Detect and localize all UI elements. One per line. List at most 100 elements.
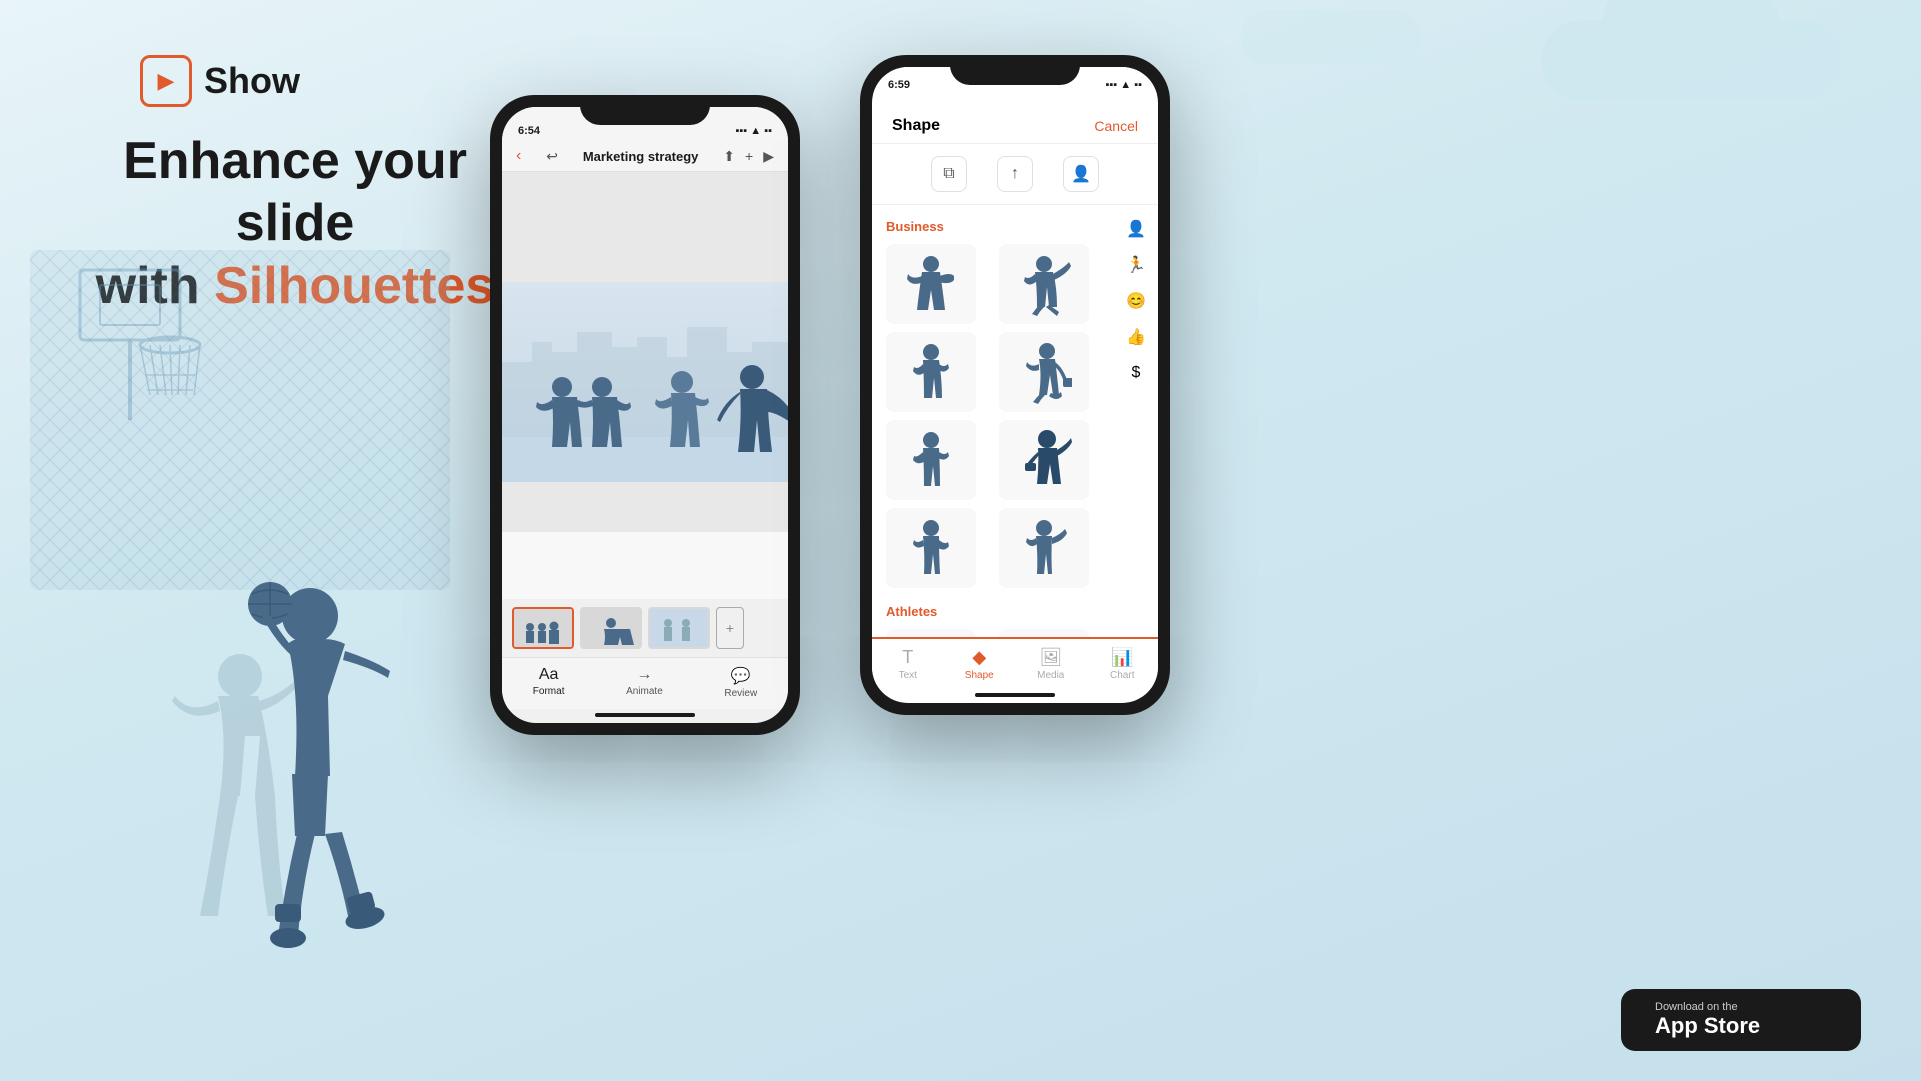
tab-chart[interactable]: 📊 Chart: [1097, 647, 1147, 681]
business-figure-8[interactable]: [999, 508, 1089, 588]
thumb-3[interactable]: [648, 607, 710, 649]
phone-toolbar-left: ‹ ↩ Marketing strategy ⬆ + ▶: [502, 141, 788, 172]
play-button[interactable]: ▶: [763, 148, 774, 165]
back-button[interactable]: ‹: [516, 147, 521, 165]
side-person-icon[interactable]: 👤: [1122, 215, 1150, 243]
add-slide-button[interactable]: +: [716, 607, 744, 649]
business-figure-2[interactable]: [999, 244, 1089, 324]
status-icons-left: ▪▪▪ ▲ ▪▪: [736, 125, 773, 137]
shape-tab-icon: ◆: [972, 647, 986, 668]
phone-right-screen: 6:59 ▪▪▪ ▲ ▪▪ Shape Cancel ⧉ ↑ 👤 Busines…: [872, 67, 1158, 703]
phone-notch-left: [580, 95, 710, 125]
badge-sub-label: Download on the: [1655, 1001, 1760, 1013]
shape-content-area: Business: [872, 205, 1158, 637]
cancel-button[interactable]: Cancel: [1094, 118, 1138, 134]
cloud-decoration-right: [1541, 20, 1841, 100]
biz-figure-2-svg: [1017, 252, 1072, 317]
nav-review-label: Review: [724, 688, 757, 699]
logo-icon: ▶: [140, 55, 192, 107]
side-dollar-icon[interactable]: $: [1122, 359, 1150, 387]
logo-text: Show: [204, 60, 300, 102]
nav-review[interactable]: 💬 Review: [724, 666, 757, 699]
slide-top-empty: [502, 172, 788, 282]
biz-figure-6-svg: [1017, 428, 1072, 493]
side-hand-icon[interactable]: 👍: [1122, 323, 1150, 351]
share-button[interactable]: ⬆: [723, 148, 735, 165]
chart-tab-icon: 📊: [1111, 647, 1133, 668]
phone-left-screen: 6:54 ▪▪▪ ▲ ▪▪ ‹ ↩ Marketing strategy ⬆ +…: [502, 107, 788, 723]
cloud-decoration-small: [1241, 10, 1421, 65]
toolbar-right-icons: ⬆ + ▶: [723, 148, 774, 165]
athletes-category-label: Athletes: [886, 604, 1104, 619]
biz-figure-4-svg: [1017, 340, 1072, 405]
shape-tab-label: Shape: [965, 670, 994, 681]
slide-title: Marketing strategy: [583, 149, 699, 164]
business-figure-6[interactable]: [999, 420, 1089, 500]
phone-right: 6:59 ▪▪▪ ▲ ▪▪ Shape Cancel ⧉ ↑ 👤 Busines…: [860, 55, 1170, 715]
business-figure-7[interactable]: [886, 508, 976, 588]
business-figure-3[interactable]: [886, 332, 976, 412]
review-icon: 💬: [731, 666, 751, 686]
slide-main: [502, 172, 788, 599]
badge-text-area: Download on the App Store: [1655, 1001, 1760, 1039]
status-time-right: 6:59: [888, 79, 910, 91]
tab-text[interactable]: T Text: [883, 647, 933, 681]
thumb-1[interactable]: [512, 607, 574, 649]
tab-shape[interactable]: ◆ Shape: [954, 647, 1004, 681]
shape-panel-title: Shape: [892, 117, 940, 135]
slide-thumbnails[interactable]: +: [502, 599, 788, 657]
text-tab-label: Text: [899, 670, 917, 681]
business-figure-5[interactable]: [886, 420, 976, 500]
status-icons-right: ▪▪▪ ▲ ▪▪: [1106, 79, 1143, 91]
biz-figure-7-svg: [904, 516, 959, 581]
home-indicator-left: [595, 713, 695, 717]
side-run-icon[interactable]: 🏃: [1122, 251, 1150, 279]
phone-notch-right: [950, 55, 1080, 85]
nav-format-label: Format: [533, 686, 565, 697]
thumb-2[interactable]: [580, 607, 642, 649]
slide-figures: [502, 282, 788, 482]
biz-figure-8-svg: [1017, 516, 1072, 581]
nav-animate-label: Animate: [626, 686, 663, 697]
animate-icon: →: [636, 666, 652, 684]
filter-person-icon[interactable]: 👤: [1063, 156, 1099, 192]
format-icon: Aa: [539, 666, 559, 684]
business-shape-grid: [886, 244, 1104, 588]
nav-animate[interactable]: → Animate: [626, 666, 663, 699]
slide-canvas-area: +: [502, 172, 788, 657]
business-figure-4[interactable]: [999, 332, 1089, 412]
shape-grid-scrollable[interactable]: Business: [872, 205, 1114, 637]
shape-filter-bar: ⧉ ↑ 👤: [872, 144, 1158, 205]
home-indicator-right: [975, 693, 1055, 697]
media-tab-icon: 🖼: [1039, 647, 1062, 668]
filter-copy-icon[interactable]: ⧉: [931, 156, 967, 192]
biz-figure-1-svg: [904, 252, 959, 317]
basketball-player-illustration: [100, 496, 420, 1021]
tab-media[interactable]: 🖼 Media: [1026, 647, 1076, 681]
nav-format[interactable]: Aa Format: [533, 666, 565, 699]
phone-bottom-nav: Aa Format → Animate 💬 Review: [502, 657, 788, 709]
badge-main-label: App Store: [1655, 1013, 1760, 1039]
slide-presentation: [502, 282, 788, 482]
add-button[interactable]: +: [745, 148, 753, 164]
athlete-figure-2[interactable]: [999, 629, 1089, 637]
app-store-badge[interactable]: Download on the App Store: [1621, 989, 1861, 1051]
phone-left: 6:54 ▪▪▪ ▲ ▪▪ ‹ ↩ Marketing strategy ⬆ +…: [490, 95, 800, 735]
shape-bottom-tab-bar: T Text ◆ Shape 🖼 Media 📊 Chart: [872, 637, 1158, 689]
shape-side-icons: 👤 🏃 😊 👍 $: [1114, 205, 1158, 637]
side-face-icon[interactable]: 😊: [1122, 287, 1150, 315]
thumb-2-preview: [582, 609, 640, 647]
business-figure-1[interactable]: [886, 244, 976, 324]
business-category-label: Business: [886, 219, 1104, 234]
logo-area: ▶ Show: [140, 55, 300, 107]
athlete-figure-1[interactable]: [886, 629, 976, 637]
filter-up-icon[interactable]: ↑: [997, 156, 1033, 192]
text-tab-icon: T: [902, 647, 913, 668]
biz-figure-3-svg: [904, 340, 959, 405]
chart-tab-label: Chart: [1110, 670, 1134, 681]
undo-button[interactable]: ↩: [546, 148, 558, 165]
shape-panel-header: Shape Cancel: [872, 95, 1158, 144]
media-tab-label: Media: [1037, 670, 1064, 681]
slide-bottom-empty: [502, 482, 788, 532]
status-time-left: 6:54: [518, 125, 540, 137]
